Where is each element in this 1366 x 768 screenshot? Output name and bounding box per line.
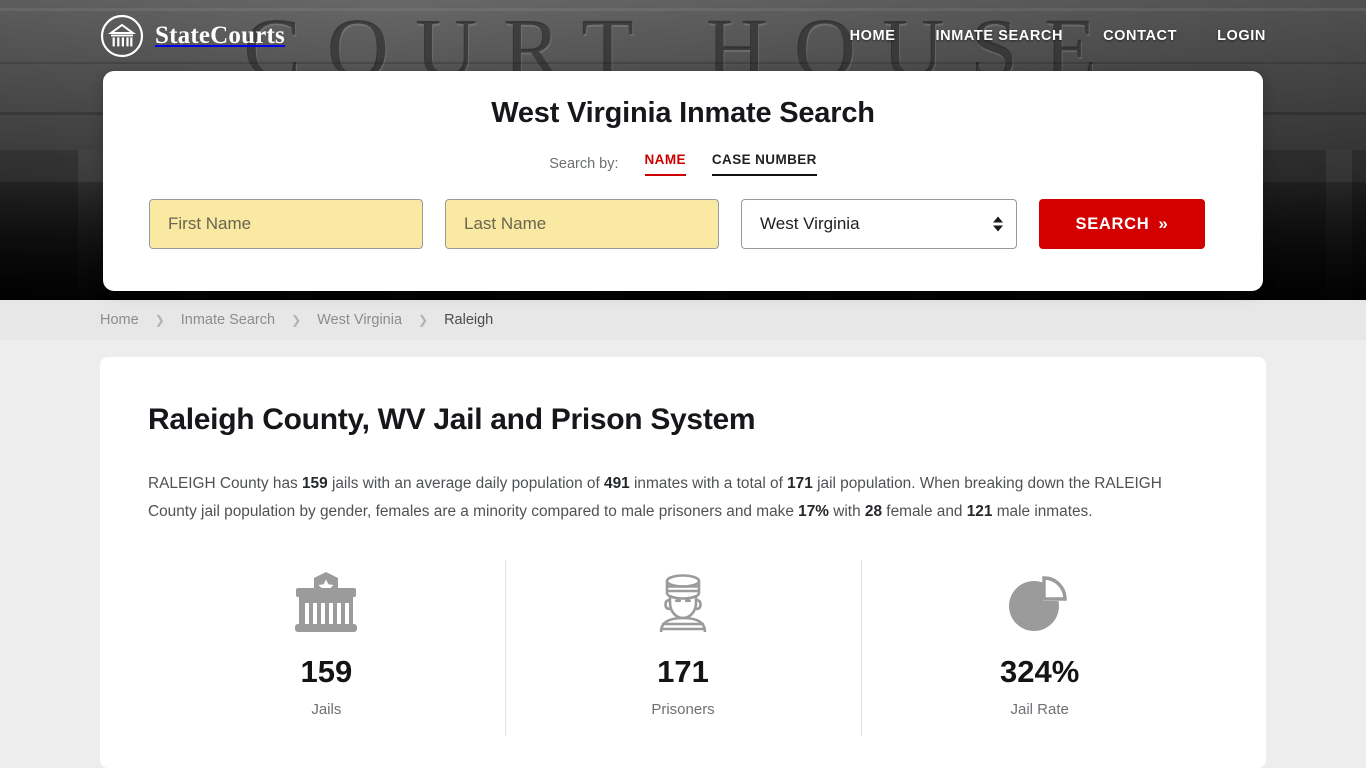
- stat-male-count-inline: 121: [967, 503, 993, 520]
- nav-item-contact[interactable]: CONTACT: [1103, 28, 1177, 44]
- pie-chart-icon: [861, 570, 1218, 636]
- brand-logo-link[interactable]: StateCourts: [100, 14, 285, 58]
- stat-female-count-inline: 28: [865, 503, 882, 520]
- page-title: Raleigh County, WV Jail and Prison Syste…: [148, 403, 1218, 437]
- breadcrumb-item-home: Home ❯: [100, 312, 181, 328]
- brand-name: StateCourts: [155, 22, 285, 50]
- inmate-search-panel: West Virginia Inmate Search Search by: N…: [103, 71, 1263, 291]
- stat-jail-rate: 324% Jail Rate: [861, 564, 1218, 718]
- breadcrumb-item-west-virginia: West Virginia ❯: [317, 312, 444, 328]
- stats-row: 159 Jails: [148, 564, 1218, 718]
- stat-jails-label: Jails: [148, 701, 505, 718]
- search-button[interactable]: SEARCH »: [1039, 199, 1205, 249]
- search-form-row: SEARCH »: [149, 199, 1217, 249]
- chevron-right-icon: ❯: [155, 313, 165, 327]
- nav-item-login[interactable]: LOGIN: [1217, 28, 1266, 44]
- tab-name[interactable]: NAME: [645, 152, 686, 176]
- nav-item-inmate-search[interactable]: INMATE SEARCH: [936, 28, 1064, 44]
- jail-building-icon: [148, 570, 505, 636]
- intro-text: with: [829, 503, 865, 520]
- breadcrumb: Home ❯ Inmate Search ❯ West Virginia ❯ R…: [100, 312, 493, 328]
- intro-text: RALEIGH County has: [148, 475, 302, 492]
- county-intro-paragraph: RALEIGH County has 159 jails with an ave…: [148, 470, 1196, 526]
- state-select-wrapper: [741, 199, 1017, 249]
- breadcrumb-item-raleigh: Raleigh: [444, 312, 493, 328]
- search-panel-title: West Virginia Inmate Search: [149, 97, 1217, 130]
- intro-text: female and: [882, 503, 967, 520]
- breadcrumb-link-west-virginia[interactable]: West Virginia: [317, 312, 402, 328]
- prisoner-icon: [505, 570, 862, 636]
- main-nav: HOME INMATE SEARCH CONTACT LOGIN: [850, 28, 1266, 44]
- stat-jail-rate-value: 324%: [861, 654, 1218, 690]
- state-select[interactable]: [741, 199, 1017, 249]
- intro-text: male inmates.: [992, 503, 1092, 520]
- nav-item-home[interactable]: HOME: [850, 28, 896, 44]
- breadcrumb-current: Raleigh: [444, 312, 493, 328]
- intro-text: inmates with a total of: [630, 475, 787, 492]
- stat-prisoners-label: Prisoners: [505, 701, 862, 718]
- search-button-label: SEARCH: [1075, 215, 1149, 234]
- intro-text: jails with an average daily population o…: [328, 475, 604, 492]
- stat-prisoners: 171 Prisoners: [505, 564, 862, 718]
- search-by-row: Search by: NAME CASE NUMBER: [149, 152, 1217, 176]
- breadcrumb-link-home[interactable]: Home: [100, 312, 139, 328]
- stat-female-percent-inline: 17%: [798, 503, 829, 520]
- top-navigation-bar: StateCourts HOME INMATE SEARCH CONTACT L…: [0, 0, 1366, 72]
- stat-jails-value: 159: [148, 654, 505, 690]
- stat-jails: 159 Jails: [148, 564, 505, 718]
- stat-daily-population-inline: 491: [604, 475, 630, 492]
- search-by-label: Search by:: [549, 156, 618, 172]
- chevron-right-icon: ❯: [291, 313, 301, 327]
- stat-prisoners-value: 171: [505, 654, 862, 690]
- double-chevron-right-icon: »: [1158, 214, 1168, 234]
- tab-case-number[interactable]: CASE NUMBER: [712, 152, 817, 176]
- breadcrumb-item-inmate-search: Inmate Search ❯: [181, 312, 317, 328]
- last-name-input[interactable]: [445, 199, 719, 249]
- stat-total-population-inline: 171: [787, 475, 813, 492]
- first-name-input[interactable]: [149, 199, 423, 249]
- chevron-right-icon: ❯: [418, 313, 428, 327]
- courthouse-circle-icon: [100, 14, 144, 58]
- breadcrumb-bar: Home ❯ Inmate Search ❯ West Virginia ❯ R…: [0, 300, 1366, 340]
- breadcrumb-link-inmate-search[interactable]: Inmate Search: [181, 312, 275, 328]
- county-content-card: Raleigh County, WV Jail and Prison Syste…: [100, 357, 1266, 768]
- stat-jails-inline: 159: [302, 475, 328, 492]
- stat-jail-rate-label: Jail Rate: [861, 701, 1218, 718]
